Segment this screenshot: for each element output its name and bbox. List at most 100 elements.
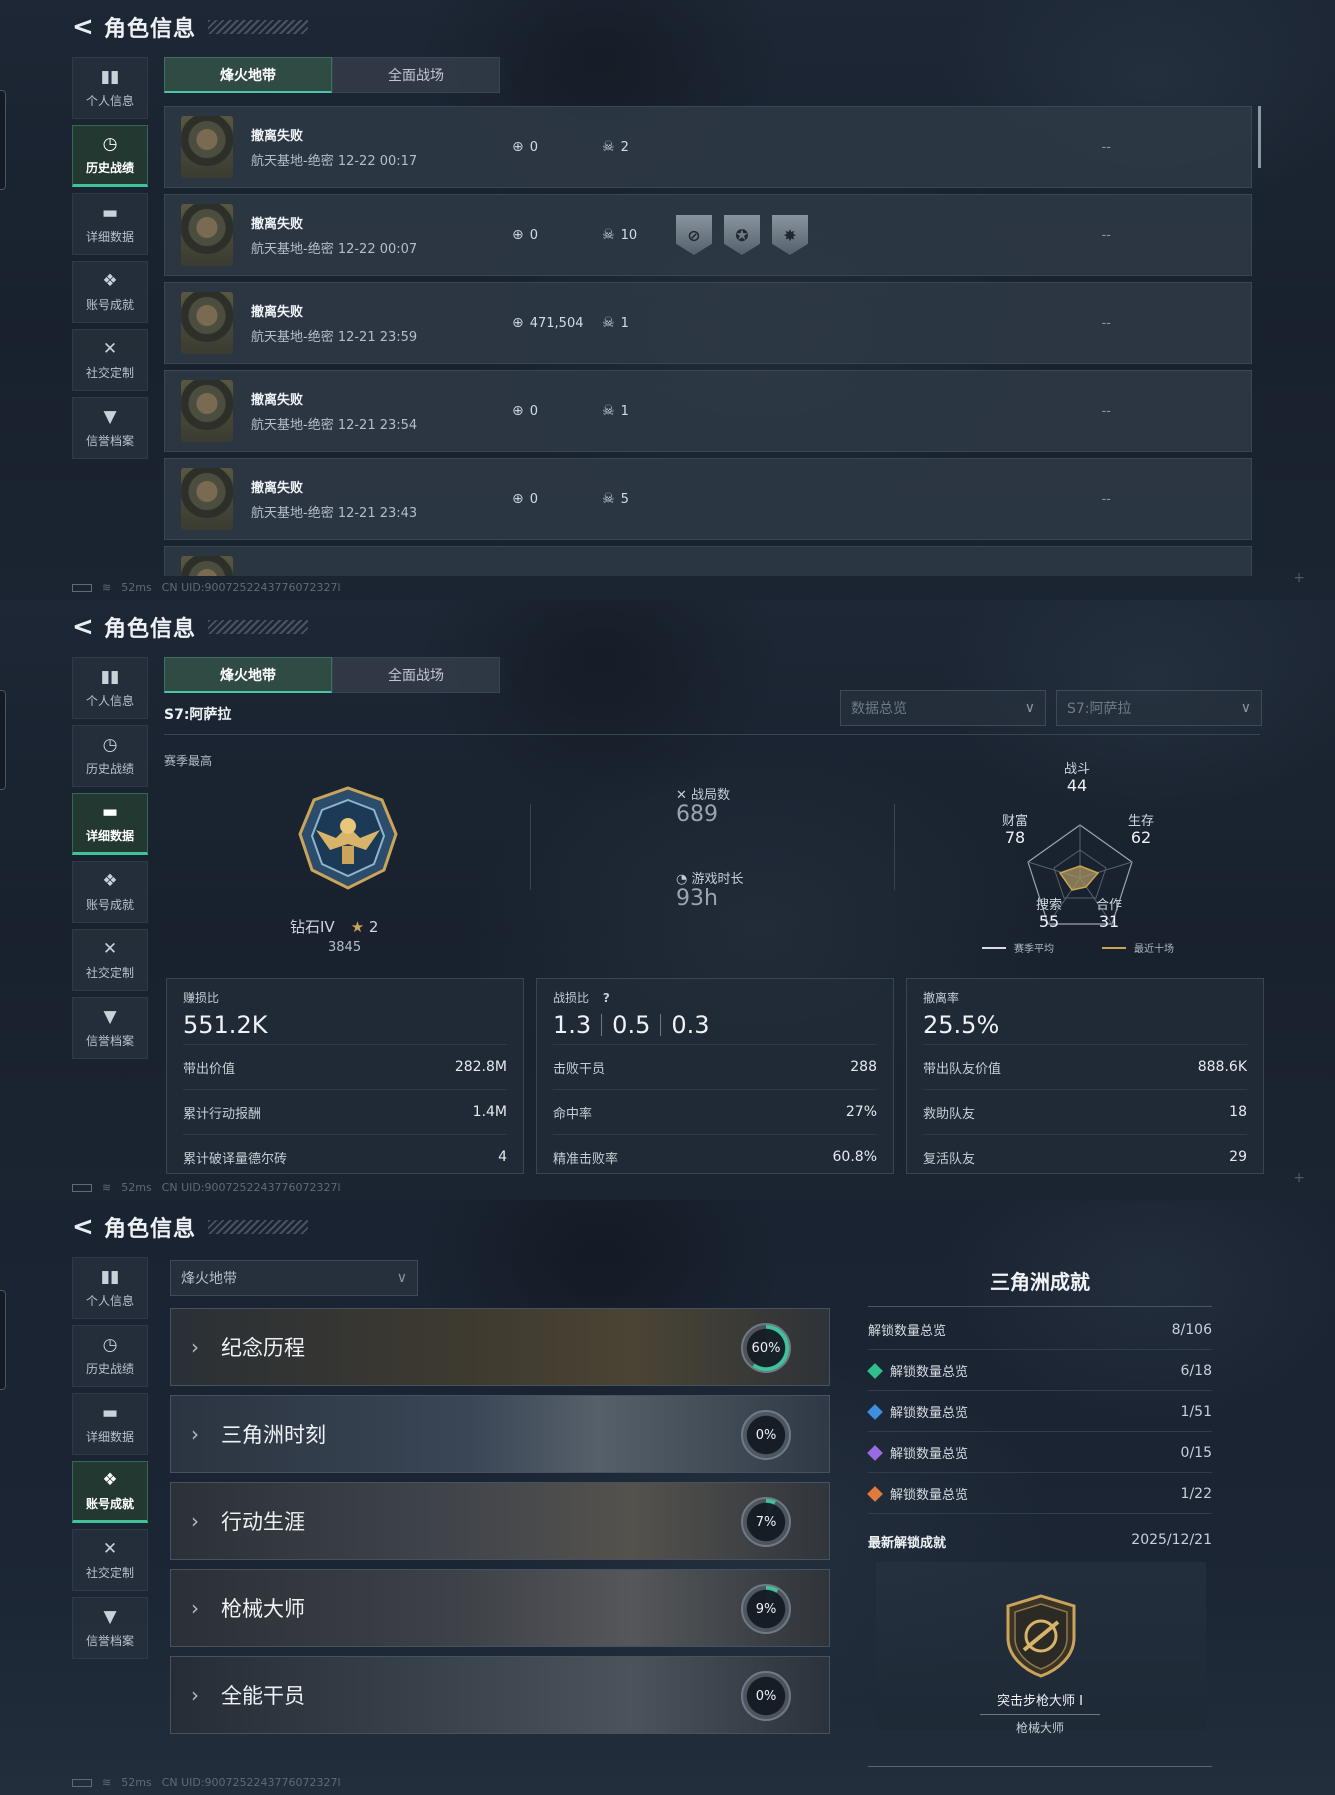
nav-achievements[interactable]: ❖ 账号成就 (72, 261, 148, 323)
divider (868, 1766, 1212, 1767)
nav-personal-info[interactable]: ▮▮ 个人信息 (72, 57, 148, 119)
extracted-value: ⊕ 0 (512, 139, 602, 155)
medal-badge-icon: ✪ (724, 215, 760, 255)
radar-label-combat: 战斗 (1063, 762, 1090, 777)
divider (981, 283, 982, 363)
card-big: 1.3 (553, 1011, 592, 1039)
card-item-value: 1.4M (472, 1104, 507, 1120)
page-title: 角色信息 (104, 1217, 197, 1242)
edge-handle[interactable] (0, 1290, 6, 1390)
nav-history[interactable]: ◷ 历史战绩 (72, 725, 148, 787)
divider (981, 195, 982, 275)
medal-icon: ❖ (102, 1469, 118, 1490)
nav-reputation[interactable]: ▼ 信誉档案 (72, 1597, 148, 1659)
extracted-value: ⊕ 0 (512, 227, 602, 243)
season-dropdown[interactable]: S7:阿萨拉 ∨ (1056, 690, 1262, 726)
match-map-time: 航天基地-绝密 12-21 23:43 (251, 506, 418, 521)
back-arrow-icon[interactable]: < (72, 14, 94, 40)
header: < 角色信息 (72, 12, 309, 42)
nav-reputation[interactable]: ▼ 信誉档案 (72, 997, 148, 1059)
divider (497, 459, 498, 539)
nav-reputation[interactable]: ▼ 信誉档案 (72, 397, 148, 459)
matches-value: 689 (676, 802, 718, 827)
edge-handle[interactable] (0, 690, 6, 790)
star-icon: ★ (350, 918, 365, 936)
legend-line-white (982, 946, 1006, 949)
nav-label: 历史战绩 (85, 160, 134, 175)
card-item-label: 精准击败率 (553, 1151, 619, 1167)
purple-gem-icon (867, 1444, 883, 1461)
nav-detail-data[interactable]: ▬ 详细数据 (72, 1393, 148, 1455)
nav-personal-info[interactable]: ▮▮ 个人信息 (72, 1257, 148, 1319)
card-item: 带出价值 282.8M (183, 1044, 507, 1089)
achievement-category[interactable]: › 全能干员 0% (170, 1656, 830, 1734)
match-row[interactable]: 撤离失败⊕☠ (164, 546, 1252, 576)
match-row[interactable]: 撤离失败 航天基地-绝密 12-21 23:43 ⊕ 0 ☠ 5 -- (164, 458, 1252, 540)
nav-achievements[interactable]: ❖ 账号成就 (72, 861, 148, 923)
summary-value: 6/18 (1180, 1362, 1212, 1379)
latest-date: 2025/12/21 (1131, 1532, 1212, 1548)
tools-icon: ✕ (102, 338, 118, 359)
crossed-swords-icon: ✕ (676, 788, 692, 803)
nav-social[interactable]: ✕ 社交定制 (72, 929, 148, 991)
scrollbar[interactable] (1258, 106, 1261, 168)
ping-text: 52ms (121, 1776, 152, 1789)
tools-icon: ✕ (102, 1538, 118, 1559)
rank-score: 3845 (328, 940, 362, 955)
nav-social[interactable]: ✕ 社交定制 (72, 329, 148, 391)
achievement-category[interactable]: › 三角洲时刻 0% (170, 1395, 830, 1473)
sidebar: ▮▮ 个人信息 ◷ 历史战绩 ▬ 详细数据 ❖ 账号成就 ✕ 社交定制 ▼ 信誉档案 (72, 657, 148, 1065)
achievement-category[interactable]: › 枪械大师 9% (170, 1569, 830, 1647)
summary-label: 解锁数量总览 (890, 1406, 969, 1421)
nav-label: 账号成就 (85, 1496, 134, 1511)
legend-line-gold (1102, 946, 1126, 949)
help-icon[interactable]: ? (603, 991, 610, 1005)
achievement-category[interactable]: › 纪念历程 60% (170, 1308, 830, 1386)
nav-social[interactable]: ✕ 社交定制 (72, 1529, 148, 1591)
wifi-icon: ≋ (102, 1776, 112, 1789)
summary-label-group: 解锁数量总览 (868, 1320, 946, 1339)
tab-battlefield[interactable]: 全面战场 (332, 57, 500, 93)
coin-icon: ⊕ (512, 315, 524, 331)
back-arrow-icon[interactable]: < (72, 1214, 94, 1240)
match-row[interactable]: 撤离失败 航天基地-绝密 12-21 23:54 ⊕ 0 ☠ 1 -- (164, 370, 1252, 452)
card-extraction-rate: 撤离率 25.5% 带出队友价值 888.6K 救助队友 18 复活队友 29 (906, 978, 1264, 1174)
progress-ring: 0% (741, 1410, 791, 1460)
nav-label: 社交定制 (85, 365, 134, 380)
edge-handle[interactable] (0, 90, 6, 190)
match-history-list[interactable]: 撤离失败 航天基地-绝密 12-22 00:17 ⊕ 0 ☠ 2 -- 撤离失败 航天基地-绝密… (164, 106, 1252, 576)
detail-panel: < 角色信息 ▮▮ 个人信息 ◷ 历史战绩 ▬ 详细数据 ❖ 账号成就 ✕ 社交定制 ▼ 信… (0, 600, 1335, 1200)
nav-detail-data[interactable]: ▬ 详细数据 (72, 793, 148, 855)
match-row[interactable]: 撤离失败 航天基地-绝密 12-21 23:59 ⊕ 471,504 ☠ 1 -- (164, 282, 1252, 364)
tab-extraction[interactable]: 烽火地带 (164, 657, 332, 693)
progress-ring: 0% (741, 1671, 791, 1721)
status-footer: ≋ 52ms CN UID:9007252243776072327l (72, 1776, 341, 1789)
rank-emblem-icon (298, 786, 398, 890)
nav-history[interactable]: ◷ 历史战绩 (72, 125, 148, 187)
summary-value: 1/51 (1180, 1403, 1212, 1420)
tab-battlefield[interactable]: 全面战场 (332, 657, 500, 693)
title-decoration (208, 20, 309, 34)
kills-text: 1 (620, 315, 629, 331)
mode-dropdown[interactable]: 烽火地带 ∨ (170, 1260, 418, 1296)
coin-icon: ⊕ (512, 139, 524, 155)
match-row[interactable]: 撤离失败 航天基地-绝密 12-22 00:17 ⊕ 0 ☠ 2 -- (164, 106, 1252, 188)
achievement-category[interactable]: › 行动生涯 7% (170, 1482, 830, 1560)
summary-value: 1/22 (1180, 1485, 1212, 1502)
tab-extraction[interactable]: 烽火地带 (164, 57, 332, 93)
uid-text: CN UID:9007252243776072327l (161, 581, 341, 594)
divider (894, 804, 895, 890)
card-item-label: 带出价值 (183, 1061, 236, 1077)
nav-achievements[interactable]: ❖ 账号成就 (72, 1461, 148, 1523)
data-overview-dropdown[interactable]: 数据总览 ∨ (840, 690, 1046, 726)
chevron-right-icon: › (191, 1335, 199, 1359)
playtime-value: 93h (676, 886, 718, 911)
match-row[interactable]: 撤离失败 航天基地-绝密 12-22 00:07 ⊕ 0 ☠ 10 ⊘ ✪ ✸ -- (164, 194, 1252, 276)
back-arrow-icon[interactable]: < (72, 614, 94, 640)
nav-personal-info[interactable]: ▮▮ 个人信息 (72, 657, 148, 719)
nav-history[interactable]: ◷ 历史战绩 (72, 1325, 148, 1387)
nav-detail-data[interactable]: ▬ 详细数据 (72, 193, 148, 255)
medal-icon: ❖ (102, 870, 118, 891)
operator-avatar (181, 204, 233, 266)
matches-label-text: 战局数 (691, 788, 731, 803)
